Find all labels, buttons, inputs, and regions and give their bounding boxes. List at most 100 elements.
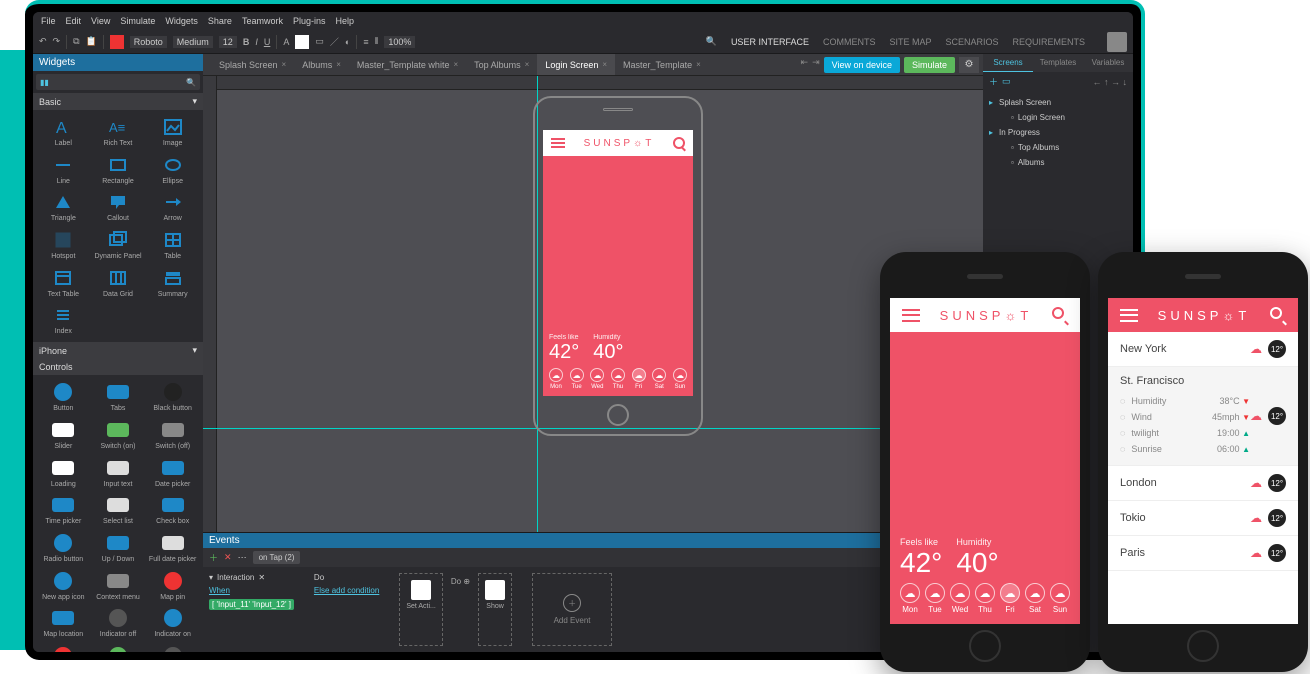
close-icon[interactable]: ✕ [258, 573, 265, 582]
search-icon[interactable]: 🔍 [706, 36, 717, 47]
widgets-search-input[interactable] [53, 74, 182, 90]
chart-icon[interactable]: ▮▮ [36, 78, 53, 87]
close-icon[interactable]: × [696, 60, 701, 69]
tree-item[interactable]: ▫Top Albums [985, 140, 1131, 155]
menu-simulate[interactable]: Simulate [120, 16, 155, 26]
nav-requirements[interactable]: REQUIREMENTS [1012, 37, 1085, 47]
folder-icon[interactable]: ▭ [1002, 76, 1011, 87]
widget-table[interactable]: Table [146, 227, 199, 263]
fill-color-icon[interactable] [295, 35, 309, 49]
day-mon[interactable]: ☁Mon [549, 368, 563, 390]
nav-ui[interactable]: USER INTERFACE [731, 37, 809, 47]
nav-scenarios[interactable]: SCENARIOS [945, 37, 998, 47]
day-sun[interactable]: ☁Sun [673, 368, 687, 390]
widget-loading[interactable]: Loading [37, 455, 90, 491]
day-sat[interactable]: ☁Sat [1025, 583, 1045, 614]
widget-radio-button[interactable]: Radio button [37, 530, 90, 566]
nav-fwd-icon[interactable]: ⇥ [812, 57, 820, 73]
swatch-icon[interactable] [110, 35, 124, 49]
remove-event-icon[interactable]: ✕ [224, 552, 232, 563]
city-row[interactable]: Paris☁12° [1108, 536, 1298, 571]
chevron-down-icon[interactable]: ▾ [209, 573, 213, 582]
tab-templates[interactable]: Templates [1033, 54, 1083, 72]
hamburger-icon[interactable] [902, 309, 920, 322]
widget-map-pin[interactable]: Map pin [146, 568, 199, 604]
widget-full-date-picker[interactable]: Full date picker [146, 530, 199, 566]
widget-rich-text[interactable]: A≡Rich Text [92, 114, 145, 150]
bold-icon[interactable]: B [243, 37, 250, 47]
widget-dynamic-panel[interactable]: Dynamic Panel [92, 227, 145, 263]
widget-data-grid[interactable]: Data Grid [92, 265, 145, 301]
add-icon[interactable]: ＋ [989, 75, 998, 88]
widget-map-location[interactable]: Map location [37, 605, 90, 641]
widget-delete[interactable]: Delete [37, 643, 90, 652]
else-link[interactable]: Else add condition [314, 586, 379, 595]
settings-button[interactable]: ⚙ [959, 57, 979, 73]
close-icon[interactable]: × [336, 60, 341, 69]
close-icon[interactable]: × [453, 60, 458, 69]
search-icon[interactable] [1270, 307, 1286, 323]
device-screen[interactable]: SUNSP☼T Feels like42° Humidity40° ☁Mon☁T… [543, 130, 693, 396]
doc-tab[interactable]: Master_Template× [615, 54, 709, 75]
menu-edit[interactable]: Edit [66, 16, 82, 26]
widget-input-text[interactable]: Input text [92, 455, 145, 491]
widget-add[interactable]: Add [92, 643, 145, 652]
widget-slider[interactable]: Slider [37, 417, 90, 453]
widget-indicator-off[interactable]: Indicator off [92, 605, 145, 641]
close-icon[interactable]: × [525, 60, 530, 69]
city-row[interactable]: Tokio☁12° [1108, 501, 1298, 536]
widget-image[interactable]: Image [146, 114, 199, 150]
hamburger-icon[interactable] [1120, 309, 1138, 322]
add-event-button[interactable]: ＋ Add Event [532, 573, 612, 646]
section-iphone[interactable]: iPhone▾ [33, 342, 203, 359]
doc-tab[interactable]: Master_Template white× [349, 54, 466, 75]
menu-plugins[interactable]: Plug-ins [293, 16, 326, 26]
widget-summary[interactable]: Summary [146, 265, 199, 301]
doc-tab[interactable]: Top Albums× [466, 54, 537, 75]
redo-icon[interactable]: ↷ [53, 36, 61, 47]
tree-item[interactable]: Splash Screen [985, 95, 1131, 110]
doc-tab[interactable]: Splash Screen× [211, 54, 294, 75]
user-avatar-icon[interactable] [1107, 32, 1127, 52]
day-fri[interactable]: ☁Fri [1000, 583, 1020, 614]
section-basic[interactable]: Basic▾ [33, 93, 203, 110]
nav-comments[interactable]: COMMENTS [823, 37, 876, 47]
city-row[interactable]: London☁12° [1108, 466, 1298, 501]
widget-black-button[interactable]: Black button [146, 379, 199, 415]
widget-up-down[interactable]: Up / Down [92, 530, 145, 566]
device-wireframe[interactable]: SUNSP☼T Feels like42° Humidity40° ☁Mon☁T… [533, 96, 703, 436]
menu-share[interactable]: Share [208, 16, 232, 26]
widget-check-box[interactable]: Check box [146, 492, 199, 528]
day-fri[interactable]: ☁Fri [632, 368, 646, 390]
tab-variables[interactable]: Variables [1083, 54, 1133, 72]
hamburger-icon[interactable] [551, 138, 565, 148]
day-sat[interactable]: ☁Sat [652, 368, 666, 390]
zoom-select[interactable]: 100% [384, 36, 415, 48]
add-event-icon[interactable]: ＋ [209, 551, 218, 564]
widget-switch-on-[interactable]: Switch (on) [92, 417, 145, 453]
undo-icon[interactable]: ↶ [39, 36, 47, 47]
widget-context-menu[interactable]: Context menu [92, 568, 145, 604]
widget-select-list[interactable]: Select list [92, 492, 145, 528]
widget-triangle[interactable]: Triangle [37, 189, 90, 225]
paste-icon[interactable]: 📋 [86, 36, 97, 47]
menu-teamwork[interactable]: Teamwork [242, 16, 283, 26]
distribute-icon[interactable]: ⫴ [375, 36, 379, 47]
simulate-button[interactable]: Simulate [904, 57, 955, 73]
widget-button[interactable]: Button [37, 379, 90, 415]
widget-label[interactable]: ALabel [37, 114, 90, 150]
tree-item[interactable]: ▫Albums [985, 155, 1131, 170]
nav-sitemap[interactable]: SITE MAP [889, 37, 931, 47]
search-icon[interactable]: 🔍 [182, 78, 200, 87]
nav-icons[interactable]: ← ↑ → ↓ [1092, 77, 1127, 87]
font-weight-select[interactable]: Medium [173, 36, 213, 48]
widget-tabs[interactable]: Tabs [92, 379, 145, 415]
widget-time-picker[interactable]: Time picker [37, 492, 90, 528]
more-icon[interactable]: ⋯ [238, 552, 247, 563]
menu-help[interactable]: Help [335, 16, 354, 26]
event-tab[interactable]: on Tap (2) [253, 551, 301, 564]
city-row[interactable]: St. Francisco◌Humidity38°C ▼◌Wind45mph ▼… [1108, 367, 1298, 466]
widget-indicator-on[interactable]: Indicator on [146, 605, 199, 641]
day-mon[interactable]: ☁Mon [900, 583, 920, 614]
widget-rectangle[interactable]: Rectangle [92, 152, 145, 188]
